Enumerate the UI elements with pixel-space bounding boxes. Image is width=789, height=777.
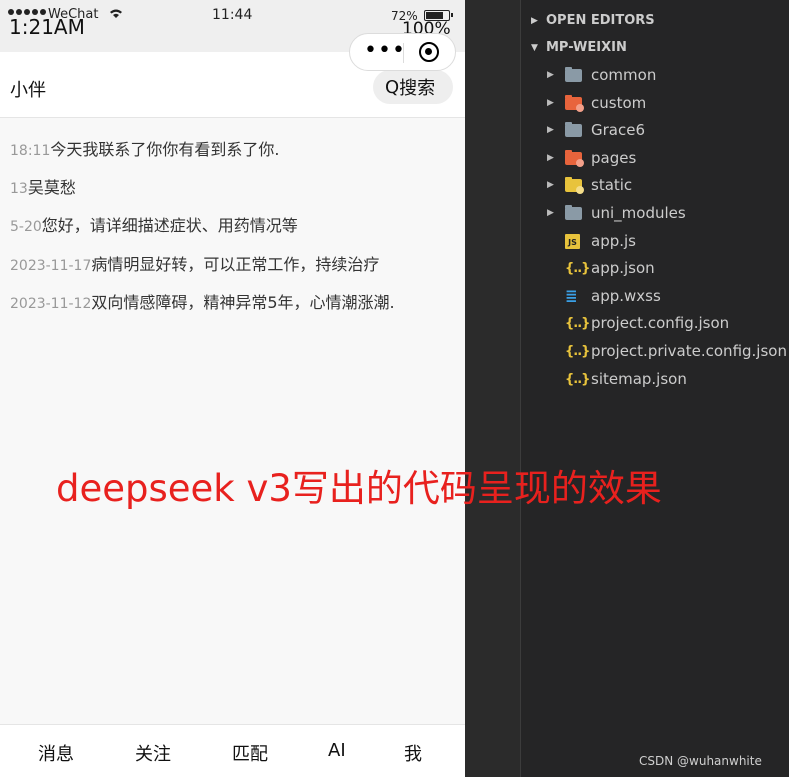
tree-item-label: app.wxss — [591, 286, 661, 305]
tree-file[interactable]: ≣ app.wxss — [521, 283, 789, 310]
message-time: 2023-11-17 — [10, 258, 92, 274]
js-file-icon: JS — [565, 233, 582, 249]
tree-file[interactable]: {..} sitemap.json — [521, 366, 789, 393]
folder-static-icon — [565, 177, 584, 195]
tree-item-label: uni_modules — [591, 204, 686, 222]
editor-gutter — [465, 0, 521, 777]
message-time: 13 — [10, 181, 28, 197]
tree-folder[interactable]: ▶ pages — [521, 145, 789, 172]
css-file-icon: ≣ — [565, 286, 578, 305]
folder-pages-icon — [565, 149, 584, 167]
tree-file[interactable]: {..} app.json — [521, 255, 789, 282]
file-explorer: ▶ OPEN EDITORS ▼ MP-WEIXIN ▶ common ▶ custo… — [521, 0, 789, 777]
wifi-icon — [110, 9, 122, 18]
mini-program-capsule: ••• — [349, 33, 456, 71]
message-item[interactable]: 2023-11-17病情明显好转，可以正常工作，持续治疗 — [10, 251, 379, 275]
tree-item-label: static — [591, 176, 633, 195]
more-icon[interactable]: ••• — [364, 40, 406, 62]
folder-custom-icon — [565, 94, 584, 112]
json-file-icon: {..} — [565, 261, 590, 277]
message-text: 双向情感障碍，精神异常5年，心情潮涨潮. — [91, 293, 395, 312]
tree-item-label: pages — [591, 148, 637, 167]
tree-item-label: project.private.config.json — [591, 342, 787, 360]
json-file-icon: {..} — [565, 371, 590, 387]
section-label: OPEN EDITORS — [546, 13, 655, 28]
chevron-right-icon: ▶ — [547, 97, 554, 108]
tab-ai[interactable]: AI — [328, 740, 346, 761]
message-item[interactable]: 13吴莫愁 — [10, 174, 76, 198]
tree-item-label: sitemap.json — [591, 369, 687, 388]
watermark: CSDN @wuhanwhite — [639, 754, 762, 768]
tree-folder[interactable]: ▶ common — [521, 62, 789, 89]
tree-item-label: project.config.json — [591, 314, 730, 333]
message-text: 您好，请详细描述症状、用药情况等 — [41, 216, 298, 235]
message-text: 病情明显好转，可以正常工作，持续治疗 — [91, 255, 380, 274]
tree-item-label: common — [591, 66, 657, 84]
message-time: 2023-11-12 — [10, 296, 92, 312]
tree-folder[interactable]: ▶ custom — [521, 90, 789, 117]
message-item[interactable]: 2023-11-12双向情感障碍，精神异常5年，心情潮涨潮. — [10, 289, 395, 313]
chevron-right-icon: ▶ — [531, 16, 538, 26]
search-icon: Q — [385, 76, 400, 98]
folder-icon — [565, 122, 582, 138]
chevron-right-icon: ▶ — [547, 125, 554, 136]
tree-file[interactable]: {..} project.config.json — [521, 310, 789, 337]
tree-item-label: custom — [591, 93, 647, 112]
chevron-right-icon: ▶ — [547, 208, 554, 218]
tree-folder[interactable]: ▶ Grace6 — [521, 117, 789, 144]
status-clock: 11:44 — [212, 7, 253, 23]
tree-file[interactable]: JS app.js — [521, 228, 789, 255]
tab-bar: 消息 关注 匹配 AI 我 — [0, 724, 465, 777]
message-text: 吴莫愁 — [27, 178, 76, 197]
close-target-icon[interactable] — [419, 42, 439, 62]
message-time: 5-20 — [10, 219, 42, 235]
tab-follow[interactable]: 关注 — [135, 740, 171, 766]
chevron-right-icon: ▶ — [547, 180, 554, 191]
section-label: MP-WEIXIN — [546, 40, 627, 55]
tab-match[interactable]: 匹配 — [232, 740, 268, 766]
page-title: 小伴 — [10, 80, 46, 101]
chevron-right-icon: ▶ — [547, 152, 554, 163]
overlay-time: 1:21AM — [9, 15, 85, 39]
tree-folder[interactable]: ▶ static — [521, 172, 789, 199]
tab-messages[interactable]: 消息 — [38, 740, 74, 766]
open-editors-section[interactable]: ▶ OPEN EDITORS — [521, 8, 789, 34]
search-button[interactable]: Q 搜索 — [373, 70, 453, 104]
folder-icon — [565, 67, 582, 83]
search-label: 搜索 — [399, 78, 436, 99]
json-file-icon: {..} — [565, 316, 590, 332]
message-text: 今天我联系了你你有看到系了你. — [50, 140, 280, 159]
phone-simulator: WeChat 11:44 72% 1:21AM 100% 小伴 Q 搜索 •••… — [0, 0, 465, 777]
project-section[interactable]: ▼ MP-WEIXIN — [521, 35, 789, 61]
message-time: 18:11 — [10, 143, 51, 159]
tree-file[interactable]: {..} project.private.config.json — [521, 338, 789, 365]
tree-item-label: Grace6 — [591, 121, 646, 140]
tab-me[interactable]: 我 — [404, 740, 422, 766]
tree-folder[interactable]: ▶ uni_modules — [521, 200, 789, 227]
message-item[interactable]: 5-20您好，请详细描述症状、用药情况等 — [10, 212, 298, 236]
capsule-divider — [403, 43, 404, 63]
message-item[interactable]: 18:11今天我联系了你你有看到系了你. — [10, 136, 279, 160]
folder-icon — [565, 205, 582, 221]
chevron-right-icon: ▶ — [547, 70, 554, 80]
caption-overlay: deepseek v3写出的代码呈现的效果 — [56, 467, 662, 510]
tree-item-label: app.json — [591, 259, 655, 278]
chevron-down-icon: ▼ — [531, 43, 538, 53]
tree-item-label: app.js — [591, 231, 636, 250]
json-file-icon: {..} — [565, 344, 590, 359]
